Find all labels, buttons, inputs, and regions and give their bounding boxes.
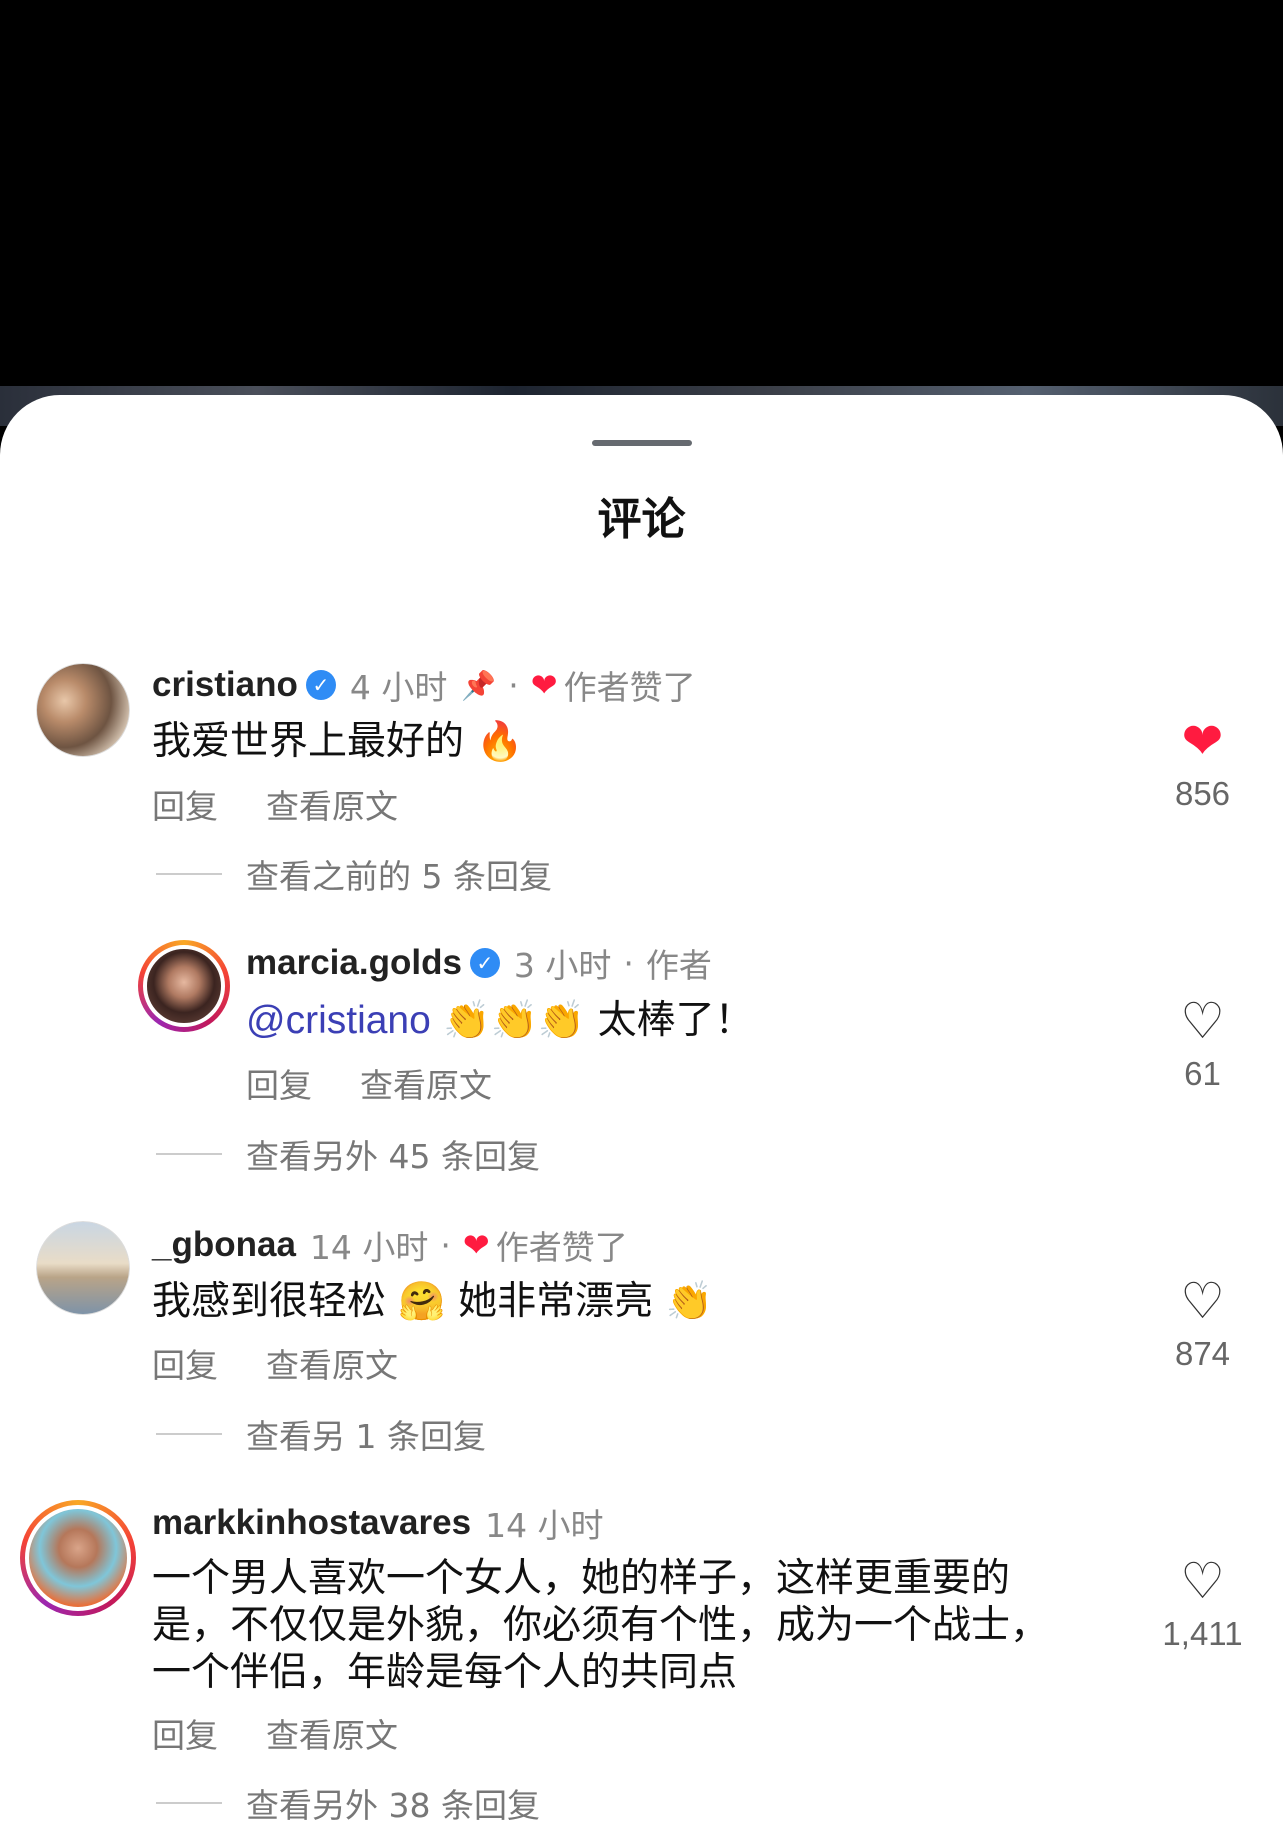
author-liked-label: 作者赞了	[495, 1228, 628, 1267]
reply-button[interactable]: 回复	[152, 1709, 218, 1757]
divider-line	[156, 1153, 222, 1155]
like-control: ❤ 856	[1150, 713, 1255, 813]
see-original-button[interactable]: 查看原文	[360, 1059, 492, 1107]
avatar[interactable]	[36, 1221, 130, 1315]
sheet-title: 评论	[597, 494, 686, 545]
reply-button[interactable]: 回复	[152, 780, 218, 828]
comment-actions: 回复 查看原文	[152, 1339, 398, 1387]
verified-icon: ✓	[469, 948, 500, 978]
pin-icon: 📌	[461, 668, 497, 702]
divider-line	[156, 873, 222, 875]
avatar[interactable]	[138, 940, 230, 1032]
comment-text: @cristiano 👏👏👏 太棒了！	[246, 997, 754, 1044]
comment-text-line: 是，不仅仅是外貌，你必须有个性，成为一个战士，	[152, 1603, 1050, 1648]
reply-button[interactable]: 回复	[246, 1059, 312, 1107]
comment-text-part-a: 我感到很轻松	[152, 1279, 387, 1324]
hugging-emoji: 🤗	[398, 1279, 446, 1323]
avatar[interactable]	[20, 1500, 136, 1616]
sheet-grabber-handle[interactable]	[592, 440, 692, 446]
comment-header: markkinhostavares 14 小时	[152, 1501, 604, 1545]
view-replies-button[interactable]: 查看另 1 条回复	[156, 1410, 486, 1458]
comment-text-line: 一个男人喜欢一个女人，她的样子，这样更重要的	[152, 1556, 1011, 1601]
view-replies-button[interactable]: 查看另外 45 条回复	[156, 1130, 540, 1178]
divider-line	[156, 1802, 222, 1804]
like-control: ♡ 1,411	[1150, 1553, 1255, 1653]
comment-header: marcia.golds ✓ 3 小时 · 作者	[246, 941, 712, 985]
view-replies-label: 查看另外 38 条回复	[246, 1786, 540, 1825]
comment-actions: 回复 查看原文	[152, 780, 398, 828]
like-count: 1,411	[1162, 1615, 1243, 1652]
timestamp: 3 小时	[513, 946, 612, 985]
fire-emoji: 🔥	[476, 719, 524, 763]
username[interactable]: cristiano	[152, 665, 298, 705]
timestamp: 14 小时	[485, 1506, 604, 1545]
comments-sheet: 评论 cristiano ✓ 4 小时 📌 · ❤ 作者赞了 我爱世界上最好的 …	[0, 395, 1283, 1836]
view-replies-label: 查看另外 45 条回复	[246, 1137, 540, 1176]
separator-dot: ·	[440, 1225, 451, 1265]
clapping-emoji: 👏👏👏	[443, 998, 586, 1042]
comment-header: _gbonaa 14 小时 · ❤ 作者赞了	[152, 1223, 628, 1267]
comment-text-part-b: 她非常漂亮	[458, 1279, 654, 1324]
see-original-button[interactable]: 查看原文	[266, 780, 398, 828]
comment-text: 一个男人喜欢一个女人，她的样子，这样更重要的 是，不仅仅是外貌，你必须有个性，成…	[152, 1555, 1049, 1696]
see-original-button[interactable]: 查看原文	[266, 1339, 398, 1387]
view-replies-label: 查看另 1 条回复	[246, 1417, 486, 1456]
view-replies-button[interactable]: 查看之前的 5 条回复	[156, 850, 552, 898]
timestamp: 14 小时	[309, 1228, 429, 1267]
reply-button[interactable]: 回复	[152, 1339, 218, 1387]
clapping-emoji: 👏	[665, 1279, 713, 1323]
divider-line	[156, 1433, 222, 1435]
username[interactable]: markkinhostavares	[152, 1503, 471, 1543]
comment-header: cristiano ✓ 4 小时 📌 · ❤ 作者赞了	[152, 663, 696, 707]
like-count: 856	[1174, 775, 1231, 812]
separator-dot: ·	[508, 665, 519, 705]
heart-outline-icon[interactable]: ♡	[1150, 1553, 1255, 1609]
comment-text: 我爱世界上最好的 🔥	[152, 718, 524, 765]
comment-text: 我感到很轻松 🤗 她非常漂亮 👏	[152, 1278, 713, 1325]
video-background	[0, 0, 1283, 390]
see-original-button[interactable]: 查看原文	[266, 1709, 398, 1757]
view-replies-label: 查看之前的 5 条回复	[246, 857, 552, 896]
author-liked-heart-icon: ❤	[530, 666, 558, 704]
username[interactable]: marcia.golds	[246, 943, 462, 983]
like-count: 874	[1174, 1335, 1231, 1372]
heart-outline-icon[interactable]: ♡	[1150, 1273, 1255, 1329]
heart-filled-icon[interactable]: ❤	[1150, 713, 1255, 769]
heart-outline-icon[interactable]: ♡	[1150, 993, 1255, 1049]
comment-actions: 回复 查看原文	[152, 1709, 398, 1757]
avatar[interactable]	[36, 663, 130, 757]
separator-dot: ·	[623, 943, 634, 983]
verified-icon: ✓	[305, 670, 336, 700]
like-count: 61	[1184, 1055, 1221, 1092]
username[interactable]: _gbonaa	[152, 1225, 296, 1265]
author-tag: 作者	[645, 946, 712, 985]
comment-text-content: 太棒了！	[597, 998, 754, 1043]
mention-link[interactable]: @cristiano	[246, 999, 431, 1042]
author-liked-label: 作者赞了	[563, 668, 696, 707]
author-liked-heart-icon: ❤	[462, 1226, 490, 1264]
comment-actions: 回复 查看原文	[246, 1059, 492, 1107]
comment-text-content: 我爱世界上最好的	[152, 719, 465, 764]
like-control: ♡ 61	[1150, 993, 1255, 1093]
view-replies-button[interactable]: 查看另外 38 条回复	[156, 1779, 540, 1827]
comment-text-line: 一个伴侣，年龄是每个人的共同点	[152, 1650, 738, 1695]
timestamp: 4 小时	[349, 668, 448, 707]
like-control: ♡ 874	[1150, 1273, 1255, 1373]
